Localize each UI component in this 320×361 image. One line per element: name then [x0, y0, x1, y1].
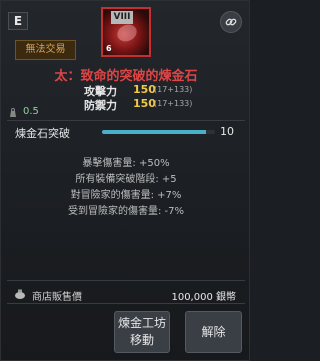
button-label-line: 移動 — [129, 333, 154, 347]
stat-value: 150 — [133, 83, 156, 96]
breakthrough-progress-fill — [102, 130, 206, 134]
stat-value: 150 — [133, 97, 156, 110]
release-button[interactable]: 解除 — [185, 311, 242, 353]
effect-line: 對冒險家的傷害量: +7% — [70, 190, 182, 201]
divider — [7, 280, 245, 281]
move-to-alchemy-workshop-button[interactable]: 煉金工坊 移動 — [114, 311, 170, 353]
stone-shine — [114, 21, 140, 45]
stack-count: 6 — [106, 44, 112, 53]
coin-bag-icon — [15, 289, 25, 299]
sell-price-label: 商店販售價 — [32, 292, 82, 303]
stat-row-attack: 攻擊力 150 (17+133) — [1, 83, 251, 98]
item-tooltip-panel: E 無法交易 VIII 6 太：致命的突破的煉金石 攻擊力 150 (17+13… — [0, 0, 250, 361]
grade-badge: E — [8, 12, 28, 30]
stat-bonus: (17+133) — [154, 85, 193, 94]
tier-badge: VIII — [111, 11, 133, 24]
divider — [7, 303, 245, 304]
button-label: 煉金工坊 移動 — [118, 315, 166, 349]
breakthrough-label: 煉金石突破 — [15, 127, 70, 140]
effect-line: 受到冒險家的傷害量: -7% — [67, 206, 185, 217]
divider — [7, 120, 245, 121]
effect-line: 所有裝備突破階段: +5 — [75, 174, 177, 185]
item-name: 太：致命的突破的煉金石 — [54, 69, 198, 84]
breakthrough-progress-bar — [102, 130, 215, 134]
button-label-line: 煉金工坊 — [117, 316, 166, 330]
link-icon — [225, 18, 237, 26]
stat-bonus: (17+133) — [154, 99, 193, 108]
weight-value: 0.5 — [23, 106, 39, 117]
alchemy-stone-icon: VIII 6 — [101, 7, 151, 57]
untradeable-tag: 無法交易 — [15, 40, 76, 60]
sell-price-value: 100,000 銀幣 — [171, 292, 236, 303]
weight-icon — [10, 108, 16, 117]
effect-line: 暴擊傷害量: +50% — [82, 158, 170, 169]
stat-label: 防禦力 — [84, 99, 117, 112]
breakthrough-value: 10 — [220, 125, 234, 138]
link-button[interactable] — [220, 11, 242, 33]
